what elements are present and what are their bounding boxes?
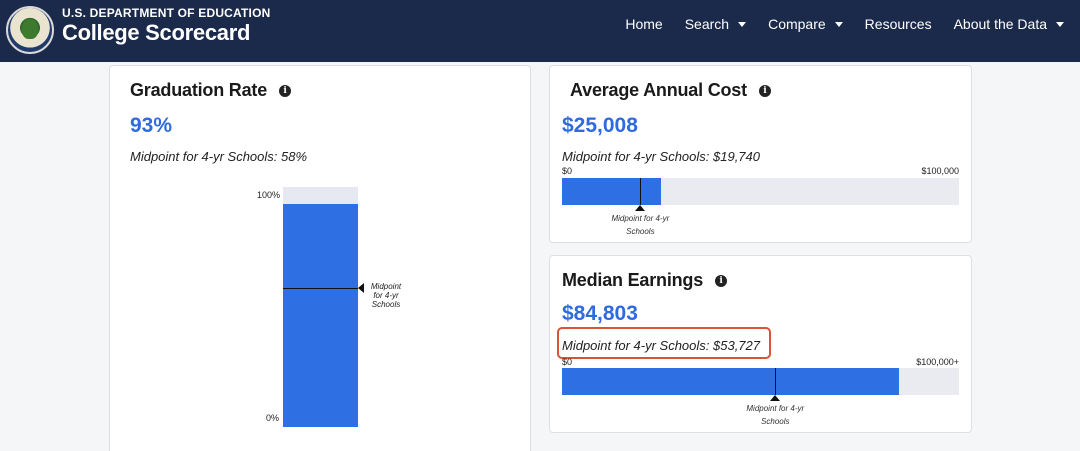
earnings-midpoint-label: Midpoint for 4-yr Schools: [746, 404, 805, 426]
chevron-down-icon: [1056, 22, 1064, 27]
cost-midpoint-line: [640, 178, 642, 205]
median-earnings-card: Median Earnings i $84,803 Midpoint for 4…: [549, 255, 972, 433]
info-icon[interactable]: i: [715, 274, 728, 287]
main-nav: Home Search Compare Resources About the …: [603, 0, 1064, 48]
average-cost-value: $25,008: [562, 114, 638, 137]
nav-compare[interactable]: Compare: [768, 16, 843, 32]
nav-search-label: Search: [684, 16, 730, 32]
median-earnings-value: $84,803: [562, 302, 638, 325]
cost-axis-min: $0: [562, 166, 573, 176]
cost-midpoint-label: Midpoint for 4-yr Schools: [611, 214, 670, 236]
graduation-rate-midpoint-text: Midpoint for 4-yr Schools: 58%: [130, 149, 308, 164]
graduation-rate-title-text: Graduation Rate: [130, 80, 268, 100]
nav-about-data-label: About the Data: [953, 16, 1047, 32]
site-header: U.S. DEPARTMENT OF EDUCATION College Sco…: [0, 0, 1080, 62]
nav-resources-label: Resources: [864, 16, 932, 32]
axis-tick-0: 0%: [266, 413, 280, 423]
info-icon[interactable]: i: [758, 84, 771, 97]
graduation-midpoint-label: Midpoint for 4-yr Schools: [370, 281, 402, 309]
average-cost-title: Average Annual Cost i: [570, 80, 771, 101]
average-cost-card: Average Annual Cost i $25,008 Midpoint f…: [549, 65, 972, 243]
axis-tick-100: 100%: [257, 190, 281, 200]
cost-bar-track: [562, 178, 959, 205]
graduation-rate-title: Graduation Rate i: [130, 80, 292, 101]
nav-compare-label: Compare: [768, 16, 826, 32]
earnings-midpoint-line: [775, 368, 777, 395]
nav-home[interactable]: Home: [625, 16, 662, 32]
midpoint-marker-icon: [770, 395, 781, 401]
cost-axis-max: $100,000: [921, 166, 959, 176]
agency-name: U.S. DEPARTMENT OF EDUCATION: [62, 6, 271, 20]
median-earnings-title: Median Earnings i: [562, 270, 728, 291]
graduation-rate-value: 93%: [130, 114, 173, 137]
midpoint-marker-icon: [635, 205, 646, 211]
graduation-rate-bar-track: [283, 187, 358, 427]
earnings-bar-track: [562, 368, 959, 395]
site-brand[interactable]: College Scorecard: [62, 20, 250, 46]
average-cost-midpoint-text: Midpoint for 4-yr Schools: $19,740: [562, 149, 760, 164]
nav-home-label: Home: [625, 16, 663, 32]
average-cost-title-text: Average Annual Cost: [570, 80, 747, 100]
earnings-axis-min: $0: [562, 357, 573, 367]
nav-search[interactable]: Search: [684, 16, 747, 32]
graduation-rate-card: Graduation Rate i 93% Midpoint for 4-yr …: [109, 65, 531, 451]
graduation-rate-bar-fill: [283, 203, 358, 427]
midpoint-marker-icon: [358, 282, 364, 293]
median-earnings-title-text: Median Earnings: [562, 270, 704, 290]
chevron-down-icon: [834, 22, 843, 27]
department-seal-logo[interactable]: [6, 6, 54, 54]
graduation-midpoint-line: [283, 287, 358, 289]
median-earnings-midpoint-text: Midpoint for 4-yr Schools: $53,727: [562, 338, 760, 353]
cost-bar-fill: [562, 178, 662, 205]
earnings-bar-fill: [562, 368, 899, 395]
chevron-down-icon: [738, 22, 747, 27]
info-icon[interactable]: i: [279, 84, 292, 97]
nav-resources[interactable]: Resources: [865, 16, 932, 32]
nav-about-data[interactable]: About the Data: [954, 16, 1064, 32]
earnings-axis-max: $100,000+: [916, 357, 959, 367]
